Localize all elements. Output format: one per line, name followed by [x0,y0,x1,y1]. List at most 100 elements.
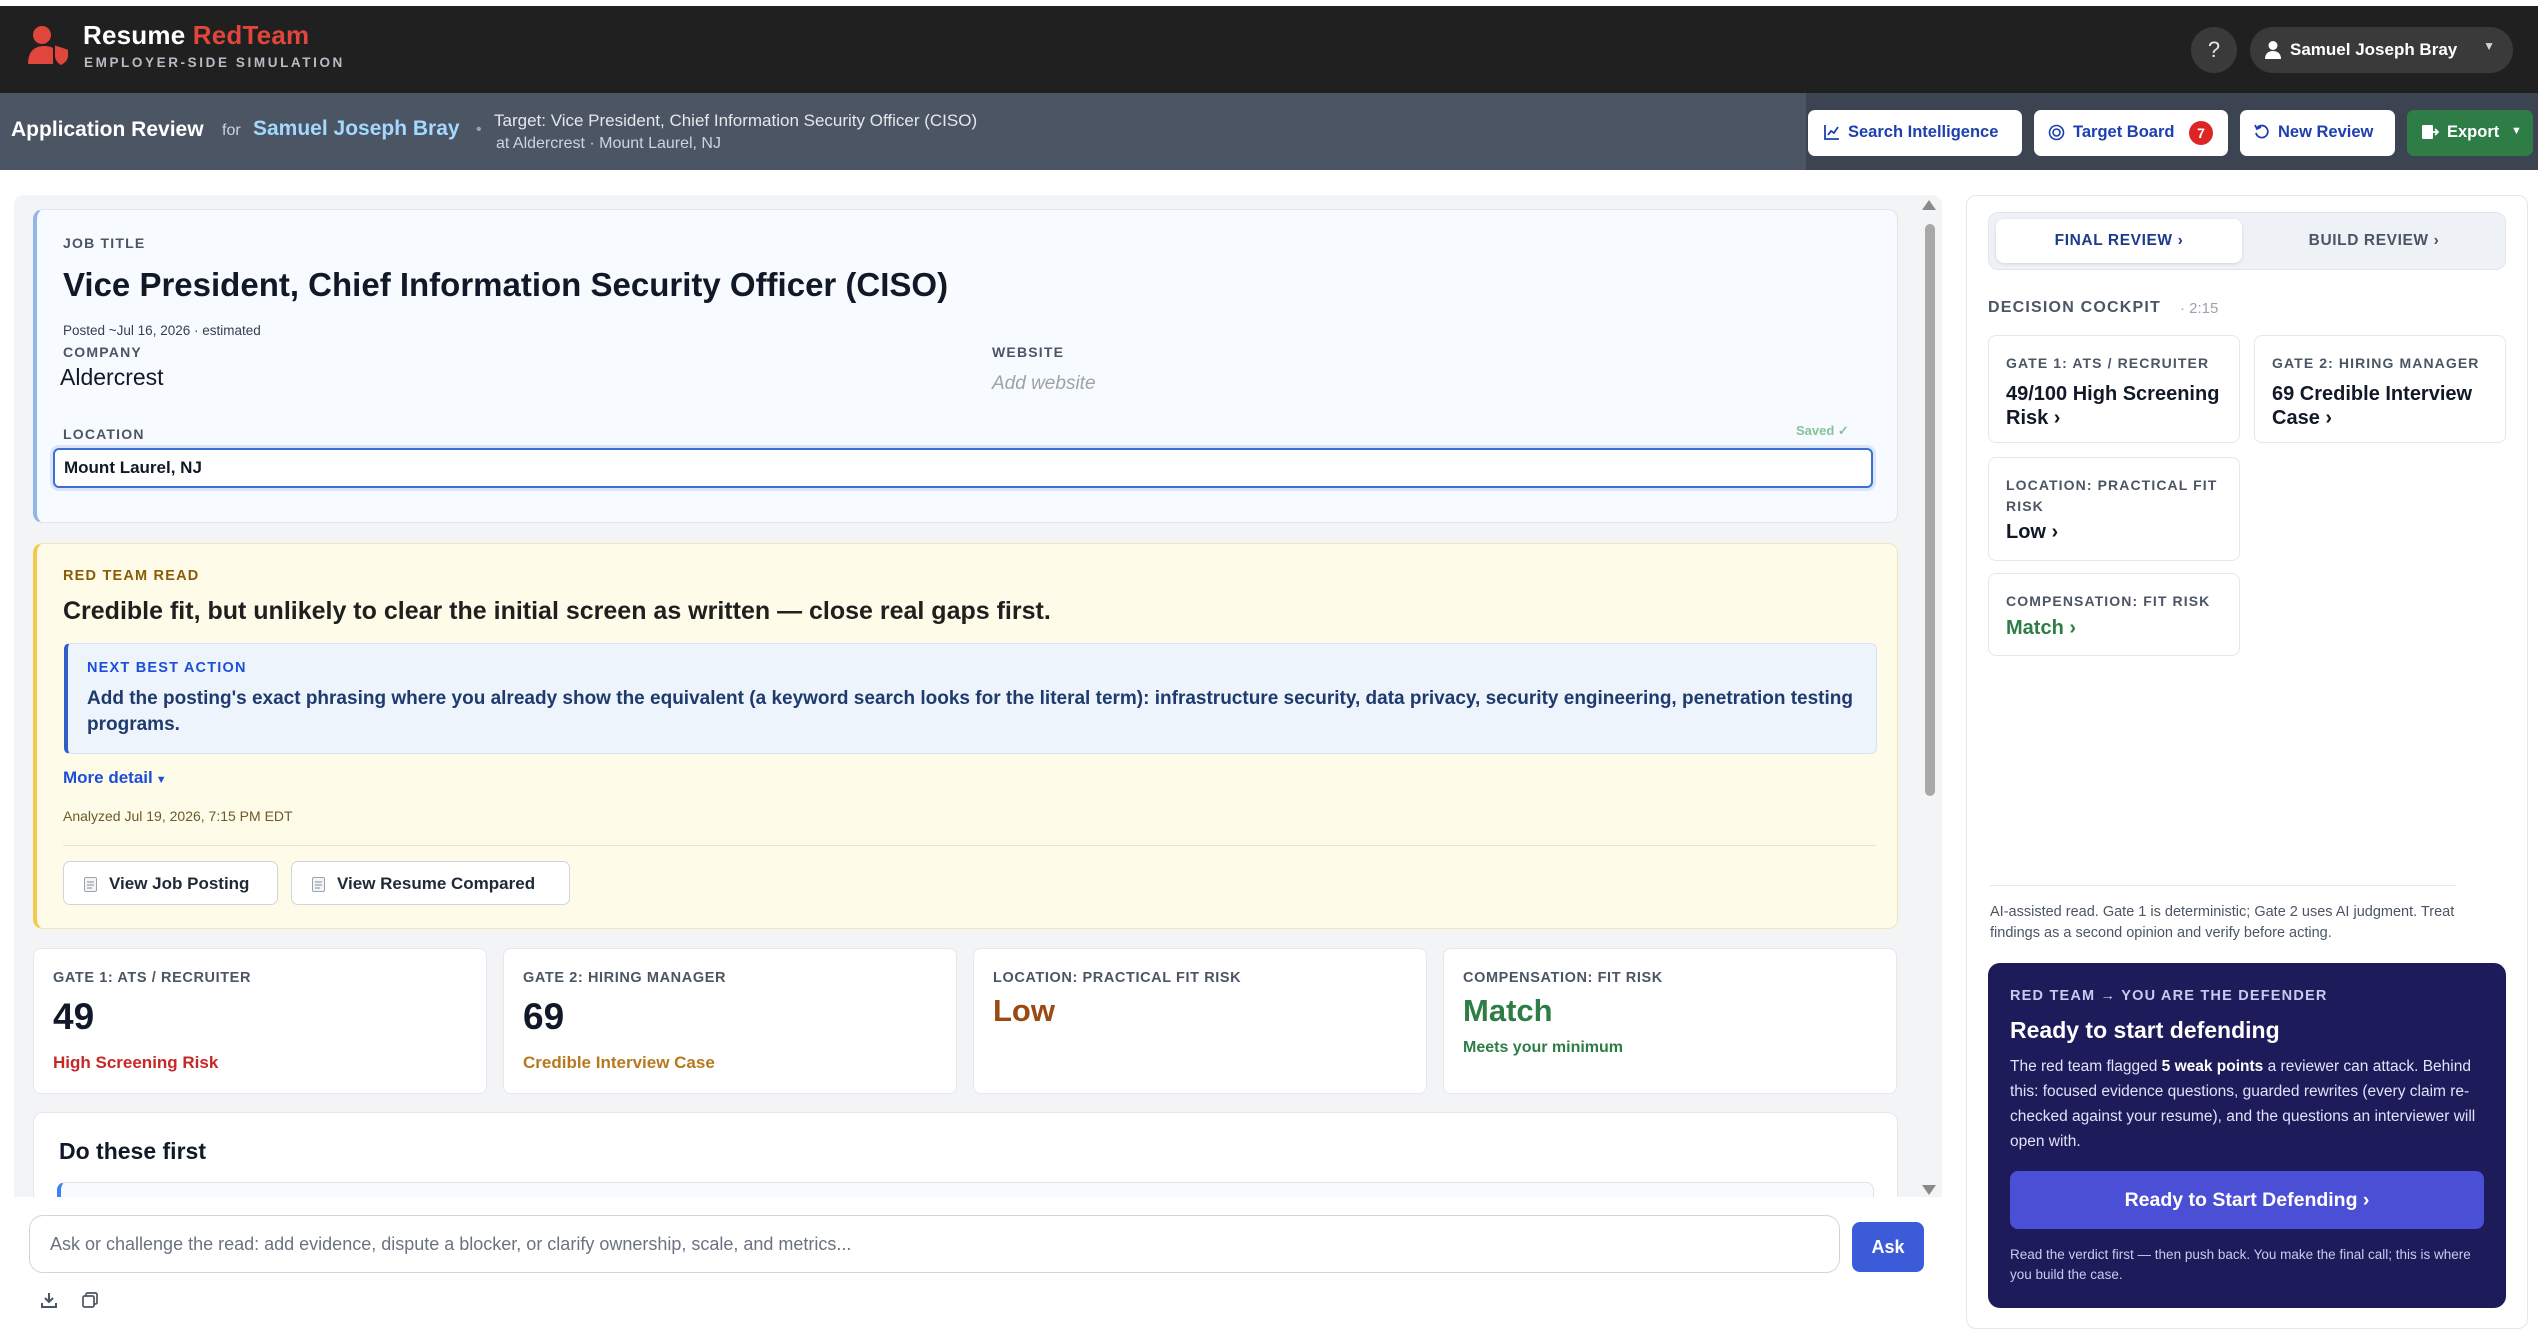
gate1-verdict: High Screening Risk [53,1053,219,1072]
analyzed-timestamp: Analyzed Jul 19, 2026, 7:15 PM EDT [63,808,293,824]
compensation-risk-label: COMPENSATION: FIT RISK [1463,970,1663,986]
chart-icon [1824,125,1839,140]
tab-build-review[interactable]: BUILD REVIEW › [2250,219,2498,263]
weak-points-count: 5 weak points [2161,1058,2264,1075]
brand-subtitle: EMPLOYER-SIDE SIMULATION [84,55,345,70]
do-these-first-title: Do these first [59,1138,206,1164]
defender-body-text: The red team flagged [2010,1058,2158,1075]
user-shield-logo-icon [28,26,70,68]
cockpit-gate1-label: GATE 1: ATS / RECRUITER [2006,355,2210,371]
download-icon[interactable] [40,1291,58,1309]
export-icon [2422,125,2439,139]
main-scrollbar-thumb[interactable] [1925,224,1935,796]
cockpit-gate2-value: 69 Credible Interview Case › [2272,383,2473,429]
view-job-posting-button[interactable]: View Job Posting [63,861,278,905]
chevron-down-icon: ▼ [152,774,167,786]
user-name: Samuel Joseph Bray [2290,40,2458,59]
divider [63,845,1876,846]
defender-title: Ready to start defending [2010,1017,2280,1043]
red-team-read-label: RED TEAM READ [63,568,200,584]
compensation-risk-value: Match [1463,993,1553,1028]
job-title-label: JOB TITLE [63,235,146,251]
scroll-up-icon[interactable] [1922,200,1936,210]
compensation-risk-stat-card: COMPENSATION: FIT RISK Match Meets your … [1443,948,1897,1094]
more-detail-toggle[interactable]: More detail ▼ [63,768,167,788]
top-navigation-bar [0,6,2538,93]
target-board-button[interactable]: Target Board 7 [2034,110,2228,156]
defender-body: The red team flagged 5 weak points a rev… [2010,1054,2490,1154]
defender-label: RED TEAM → YOU ARE THE DEFENDER [2010,988,2328,1004]
next-best-action-label: NEXT BEST ACTION [87,660,247,676]
refresh-icon [2254,124,2269,139]
target-location: at Aldercrest · Mount Laurel, NJ [496,135,721,152]
company-field[interactable]: Aldercrest [60,364,164,391]
cockpit-compensation-card[interactable]: COMPENSATION: FIT RISK Match › [1988,573,2240,656]
cockpit-gate2-label: GATE 2: HIRING MANAGER [2272,355,2480,371]
gate1-score: 49 [53,996,95,1037]
search-intelligence-button[interactable]: Search Intelligence [1808,110,2022,156]
document-icon [84,877,97,892]
help-icon[interactable]: ? [2191,27,2237,73]
cockpit-compensation-label: COMPENSATION: FIT RISK [2006,593,2211,609]
target-role: Target: Vice President, Chief Informatio… [494,111,978,130]
job-title[interactable]: Vice President, Chief Information Securi… [63,266,948,304]
chevron-down-icon: ▼ [2511,125,2522,137]
target-board-label: Target Board [2073,123,2175,141]
chat-input[interactable] [29,1215,1840,1273]
website-field[interactable]: Add website [992,373,1096,395]
scroll-down-icon[interactable] [1922,1185,1936,1195]
posted-date: Posted ~Jul 16, 2026 · estimated [63,323,261,338]
location-label: LOCATION [63,426,145,442]
cockpit-gate2-card[interactable]: GATE 2: HIRING MANAGER 69 Credible Inter… [2254,335,2506,443]
target-icon [2048,124,2065,141]
new-review-button[interactable]: New Review [2240,110,2395,156]
page-title: Application Review [11,118,204,141]
search-intelligence-label: Search Intelligence [1848,123,1999,141]
for-label: for [222,122,241,139]
cockpit-gate1-value: 49/100 High Screening Risk › [2006,383,2220,429]
company-label: COMPANY [63,344,142,360]
candidate-name: Samuel Joseph Bray [253,117,460,140]
cockpit-location-card[interactable]: LOCATION: PRACTICAL FIT RISK Low › [1988,457,2240,561]
location-input[interactable] [53,448,1873,488]
header-separator: • [476,121,482,138]
gate2-label: GATE 2: HIRING MANAGER [523,970,727,986]
gate1-stat-card: GATE 1: ATS / RECRUITER 49 High Screenin… [33,948,487,1094]
ask-button[interactable]: Ask [1852,1222,1924,1272]
export-label: Export [2447,123,2500,141]
cockpit-gate1-card[interactable]: GATE 1: ATS / RECRUITER 49/100 High Scre… [1988,335,2240,443]
location-risk-value: Low [993,993,1055,1028]
decision-cockpit-time: · 2:15 [2180,300,2219,317]
location-risk-stat-card: LOCATION: PRACTICAL FIT RISK Low [973,948,1427,1094]
document-icon [312,877,325,892]
compensation-risk-sub: Meets your minimum [1463,1039,1624,1056]
tab-final-review[interactable]: FINAL REVIEW › [1996,219,2242,263]
location-risk-label: LOCATION: PRACTICAL FIT RISK [993,970,1242,986]
next-best-action-text: Add the posting's exact phrasing where y… [87,688,1853,735]
brand-name-part1: Resume [83,20,186,50]
ai-disclaimer: AI-assisted read. Gate 1 is deterministi… [1990,904,2455,941]
chevron-down-icon: ▼ [2483,39,2495,53]
target-board-count-badge: 7 [2189,121,2213,145]
more-detail-label: More detail [63,768,153,787]
user-icon [2265,41,2281,59]
saved-indicator: Saved ✓ [1796,423,1849,438]
divider [1990,885,2456,886]
cockpit-compensation-value: Match › [2006,617,2076,639]
start-defending-button[interactable]: Ready to Start Defending › [2010,1171,2484,1229]
view-resume-compared-button[interactable]: View Resume Compared [291,861,570,905]
defender-footnote: Read the verdict first — then push back.… [2010,1247,2471,1282]
new-review-label: New Review [2278,123,2374,141]
brand-name-part2: RedTeam [192,20,310,50]
export-button[interactable]: Export ▼ [2407,110,2533,156]
brand-name[interactable]: Resume RedTeam [83,20,309,51]
gate2-score: 69 [523,996,565,1037]
view-job-posting-label: View Job Posting [109,874,250,893]
website-label: WEBSITE [992,344,1065,360]
cockpit-location-value: Low › [2006,521,2059,543]
view-resume-compared-label: View Resume Compared [337,874,536,893]
red-team-headline: Credible fit, but unlikely to clear the … [63,597,1051,625]
user-menu-button[interactable]: Samuel Joseph Bray ▼ [2250,27,2513,73]
gate2-verdict: Credible Interview Case [523,1053,715,1072]
copy-icon[interactable] [81,1291,99,1309]
